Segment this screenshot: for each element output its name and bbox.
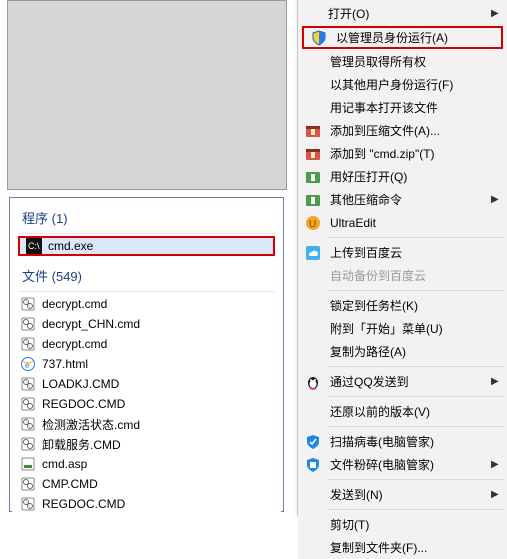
archive-icon — [304, 122, 322, 140]
gear-icon — [20, 316, 36, 332]
file-item-label: decrypt.cmd — [42, 297, 107, 311]
menu-separator — [328, 366, 503, 367]
program-item-cmd[interactable]: C:\ cmd.exe — [18, 236, 275, 256]
context-menu: 打开(O) ▶ 以管理员身份运行(A) 管理员取得所有权 以其他用户身份运行(F… — [297, 0, 507, 516]
file-item-label: REGDOC.CMD — [42, 497, 125, 511]
menu-upload-baidu[interactable]: 上传到百度云 — [298, 241, 507, 264]
qq-icon — [304, 373, 322, 391]
menu-other-compress[interactable]: 其他压缩命令 ▶ — [298, 188, 507, 211]
file-item[interactable]: LOADKJ.CMD — [12, 374, 281, 394]
menu-file-shred[interactable]: 文件粉碎(电脑管家) ▶ — [298, 453, 507, 476]
file-item-label: cmd.asp — [42, 457, 87, 471]
svg-text:e: e — [25, 361, 30, 370]
chevron-right-icon: ▶ — [491, 8, 499, 19]
file-item-label: LOADKJ.CMD — [42, 377, 119, 391]
gear-icon — [20, 336, 36, 352]
search-results-panel: 程序 (1) C:\ cmd.exe 文件 (549) decrypt.cmdd… — [9, 197, 284, 512]
program-item-label: cmd.exe — [48, 239, 93, 253]
file-item[interactable]: decrypt.cmd — [12, 294, 281, 314]
divider — [18, 233, 275, 234]
menu-open-with-haozip[interactable]: 用好压打开(Q) — [298, 165, 507, 188]
menu-run-as-admin[interactable]: 以管理员身份运行(A) — [302, 26, 503, 49]
file-item[interactable]: cmd.asp — [12, 454, 281, 474]
haozip-icon — [304, 168, 322, 186]
file-item-label: 卸载服务.CMD — [42, 436, 121, 453]
menu-copy-to-folder[interactable]: 复制到文件夹(F)... — [298, 536, 507, 559]
haozip-icon — [304, 191, 322, 209]
ultraedit-icon: U — [304, 214, 322, 232]
menu-restore-previous[interactable]: 还原以前的版本(V) — [298, 400, 507, 423]
svg-text:U: U — [309, 219, 316, 230]
menu-copy-as-path[interactable]: 复制为路径(A) — [298, 340, 507, 363]
gear-icon — [20, 436, 36, 452]
file-item[interactable]: decrypt_CHN.cmd — [12, 314, 281, 334]
files-label: 文件 — [22, 269, 48, 284]
asp-icon — [20, 456, 36, 472]
programs-label: 程序 — [22, 211, 48, 226]
files-section-header: 文件 (549) — [12, 258, 281, 289]
ie-icon: e — [20, 356, 36, 372]
menu-auto-backup-baidu: 自动备份到百度云 — [298, 264, 507, 287]
files-count: (549) — [52, 269, 82, 284]
shield-icon — [310, 29, 328, 47]
file-item[interactable]: 卸载服务.CMD — [12, 434, 281, 454]
menu-add-to-archive[interactable]: 添加到压缩文件(A)... — [298, 119, 507, 142]
console-icon: C:\ — [26, 238, 42, 254]
menu-separator — [328, 290, 503, 291]
divider — [18, 291, 275, 292]
gear-icon — [20, 296, 36, 312]
guard-icon — [304, 456, 322, 474]
menu-separator — [328, 237, 503, 238]
file-item[interactable]: 检测激活状态.cmd — [12, 414, 281, 434]
file-item[interactable]: e 737.html — [12, 354, 281, 374]
menu-open-with-notepad[interactable]: 用记事本打开该文件 — [298, 96, 507, 119]
file-item[interactable]: REGDOC.CMD — [12, 494, 281, 514]
chevron-right-icon: ▶ — [491, 194, 499, 205]
file-item-label: 737.html — [42, 357, 88, 371]
menu-ultraedit[interactable]: U UltraEdit — [298, 211, 507, 234]
menu-run-as-other-user[interactable]: 以其他用户身份运行(F) — [298, 73, 507, 96]
file-list: decrypt.cmd decrypt_CHN.cmd decrypt.cmd e 73… — [12, 294, 281, 514]
menu-send-to[interactable]: 发送到(N) ▶ — [298, 483, 507, 506]
programs-section-header: 程序 (1) — [12, 200, 281, 231]
gear-icon — [20, 476, 36, 492]
archive-icon — [304, 145, 322, 163]
menu-scan-virus[interactable]: 扫描病毒(电脑管家) — [298, 430, 507, 453]
baidu-cloud-icon — [304, 244, 322, 262]
programs-count: (1) — [52, 211, 68, 226]
guard-icon — [304, 433, 322, 451]
file-item-label: 检测激活状态.cmd — [42, 416, 140, 433]
file-item-label: decrypt.cmd — [42, 337, 107, 351]
svg-text:C:\: C:\ — [28, 241, 40, 251]
file-item[interactable]: decrypt.cmd — [12, 334, 281, 354]
gear-icon — [20, 496, 36, 512]
menu-separator — [328, 426, 503, 427]
file-item[interactable]: CMP.CMD — [12, 474, 281, 494]
menu-pin-taskbar[interactable]: 锁定到任务栏(K) — [298, 294, 507, 317]
file-item-label: decrypt_CHN.cmd — [42, 317, 140, 331]
file-item-label: CMP.CMD — [42, 477, 98, 491]
file-item-label: REGDOC.CMD — [42, 397, 125, 411]
menu-open[interactable]: 打开(O) ▶ — [298, 2, 507, 25]
menu-cut[interactable]: 剪切(T) — [298, 513, 507, 536]
menu-pin-start[interactable]: 附到「开始」菜单(U) — [298, 317, 507, 340]
gear-icon — [20, 376, 36, 392]
chevron-right-icon: ▶ — [491, 459, 499, 470]
menu-add-to-zip[interactable]: 添加到 "cmd.zip"(T) — [298, 142, 507, 165]
chevron-right-icon: ▶ — [491, 489, 499, 500]
file-item[interactable]: REGDOC.CMD — [12, 394, 281, 414]
gear-icon — [20, 396, 36, 412]
menu-separator — [328, 509, 503, 510]
preview-pane — [7, 0, 287, 190]
menu-send-via-qq[interactable]: 通过QQ发送到 ▶ — [298, 370, 507, 393]
menu-admin-take-ownership[interactable]: 管理员取得所有权 — [298, 50, 507, 73]
chevron-right-icon: ▶ — [491, 376, 499, 387]
gear-icon — [20, 416, 36, 432]
menu-separator — [328, 396, 503, 397]
menu-separator — [328, 479, 503, 480]
